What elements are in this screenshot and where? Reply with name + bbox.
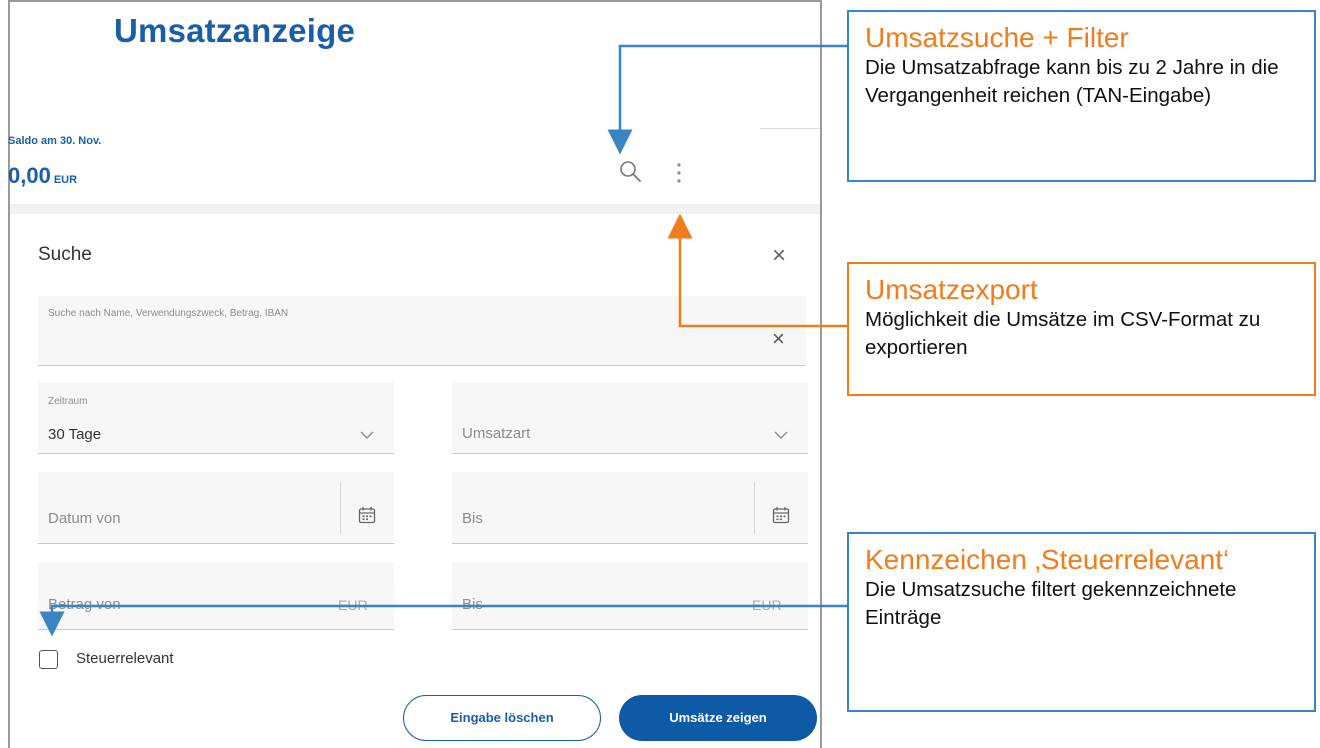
field-separator: [754, 482, 755, 534]
callout-export-title: Umsatzexport: [865, 274, 1038, 305]
datum-bis-field[interactable]: Bis: [452, 472, 808, 544]
chevron-down-icon: [774, 431, 788, 439]
search-icon[interactable]: [617, 158, 645, 186]
callout-export: Umsatzexport Möglichkeit die Umsätze im …: [847, 262, 1316, 396]
datum-von-field[interactable]: Datum von: [38, 472, 394, 544]
search-input-label: Suche nach Name, Verwendungszweck, Betra…: [48, 308, 289, 319]
more-vertical-icon[interactable]: [669, 160, 689, 186]
betrag-von-field[interactable]: Betrag von EUR: [38, 562, 394, 630]
callout-steuer-title: Kennzeichen ‚Steuerrelevant‘: [865, 544, 1230, 575]
callout-filter-body: Die Umsatzabfrage kann bis zu 2 Jahre in…: [865, 56, 1279, 107]
search-panel-title: Suche: [38, 244, 92, 265]
show-transactions-button[interactable]: Umsätze zeigen: [619, 695, 817, 741]
datum-von-placeholder: Datum von: [48, 510, 121, 527]
callout-filter: Umsatzsuche + Filter Die Umsatzabfrage k…: [847, 10, 1316, 182]
saldo-currency: EUR: [53, 174, 78, 186]
saldo-value: 0,00: [8, 163, 51, 188]
saldo-amount: 0,00 EUR: [8, 163, 77, 189]
steuerrelevant-checkbox[interactable]: [39, 650, 58, 669]
callout-steuer: Kennzeichen ‚Steuerrelevant‘ Die Umsatzs…: [847, 532, 1316, 712]
chevron-down-icon: [360, 431, 374, 439]
saldo-label: Saldo am 30. Nov.: [8, 135, 102, 147]
reset-button[interactable]: Eingabe löschen: [403, 695, 601, 741]
calendar-icon[interactable]: [358, 506, 376, 524]
currency-suffix: EUR: [338, 597, 368, 613]
callout-steuer-body: Die Umsatzsuche filtert gekennzeichnete …: [865, 578, 1237, 629]
umsatzart-placeholder: Umsatzart: [462, 425, 531, 442]
umsatzart-select[interactable]: Umsatzart: [452, 382, 808, 454]
clear-input-icon[interactable]: ×: [772, 328, 785, 350]
betrag-bis-placeholder: Bis: [462, 596, 483, 613]
betrag-bis-field[interactable]: Bis EUR: [452, 562, 808, 630]
callout-export-body: Möglichkeit die Umsätze im CSV-Format zu…: [865, 308, 1261, 359]
zeitraum-select[interactable]: Zeitraum 30 Tage: [38, 382, 394, 454]
datum-bis-placeholder: Bis: [462, 510, 483, 527]
search-input[interactable]: Suche nach Name, Verwendungszweck, Betra…: [38, 296, 806, 366]
close-icon[interactable]: ×: [772, 244, 786, 268]
steuerrelevant-label: Steuerrelevant: [76, 650, 174, 667]
page-title: Umsatzanzeige: [114, 12, 356, 49]
zeitraum-value: 30 Tage: [48, 426, 102, 443]
field-separator: [340, 482, 341, 534]
zeitraum-label: Zeitraum: [48, 396, 88, 407]
section-divider: [10, 204, 820, 214]
calendar-icon[interactable]: [772, 506, 790, 524]
header-divider: [760, 128, 820, 129]
currency-suffix: EUR: [752, 597, 782, 613]
callout-filter-title: Umsatzsuche + Filter: [865, 22, 1129, 53]
betrag-von-placeholder: Betrag von: [48, 596, 121, 613]
